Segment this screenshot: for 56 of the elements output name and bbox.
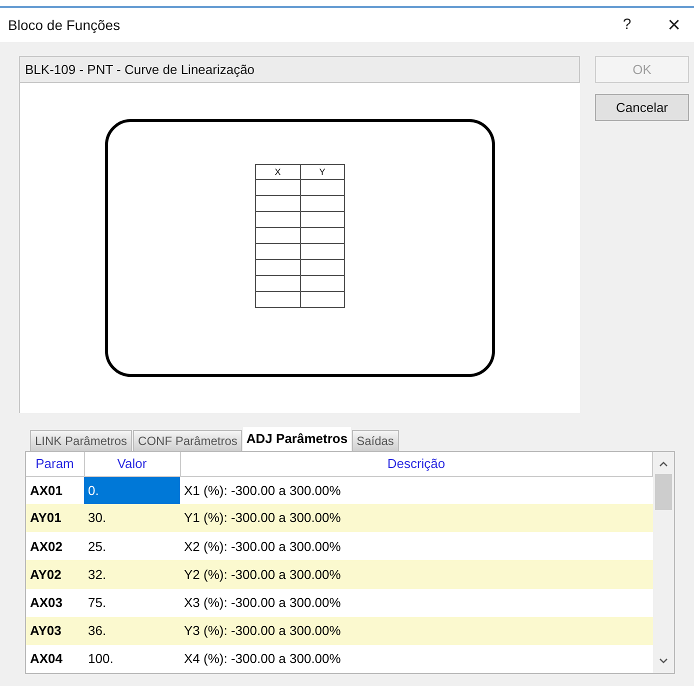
- diagram-cell: [300, 292, 344, 308]
- diagram-cell: [256, 180, 300, 196]
- diagram-column-header: X: [256, 164, 300, 180]
- param-cell: AX03: [26, 588, 84, 617]
- diagram-cell: [256, 212, 300, 228]
- value-cell[interactable]: 75.: [84, 588, 180, 617]
- close-button[interactable]: ×: [654, 14, 694, 36]
- column-header[interactable]: Param: [26, 452, 84, 476]
- param-cell: AY02: [26, 560, 84, 589]
- diagram-cell: [300, 276, 344, 292]
- diagram-column-header: Y: [300, 164, 344, 180]
- value-cell[interactable]: 30.: [84, 504, 180, 532]
- diagram-cell: [300, 260, 344, 276]
- tab[interactable]: Saídas: [352, 430, 399, 451]
- param-cell: AX01: [26, 476, 84, 504]
- description-cell: X1 (%): -300.00 a 300.00%: [180, 476, 652, 504]
- description-cell: Y1 (%): -300.00 a 300.00%: [180, 504, 652, 532]
- diagram-cell: [256, 244, 300, 260]
- block-name-field: BLK-109 - PNT - Curve de Linearização: [19, 56, 580, 83]
- diagram-cell: [256, 276, 300, 292]
- description-cell: X3 (%): -300.00 a 300.00%: [180, 588, 652, 617]
- diagram-cell: [256, 196, 300, 212]
- diagram-cell: [300, 212, 344, 228]
- value-cell[interactable]: 100.: [84, 644, 180, 673]
- diagram-cell: [300, 244, 344, 260]
- value-cell[interactable]: 36.: [84, 616, 180, 645]
- diagram-cell: [256, 260, 300, 276]
- table-row[interactable]: AX01 0. X1 (%): -300.00 a 300.00%: [26, 476, 652, 504]
- diagram-cell: [256, 292, 300, 308]
- value-cell[interactable]: 25.: [84, 532, 180, 560]
- diagram-cell: [256, 228, 300, 244]
- description-cell: X2 (%): -300.00 a 300.00%: [180, 532, 652, 560]
- param-cell: AY03: [26, 616, 84, 645]
- scrollbar-thumb[interactable]: [655, 474, 672, 510]
- scrollbar[interactable]: [653, 452, 674, 673]
- cancel-button[interactable]: Cancelar: [595, 94, 689, 121]
- param-cell: AX02: [26, 532, 84, 560]
- column-header[interactable]: Valor: [84, 452, 180, 476]
- description-cell: X4 (%): -300.00 a 300.00%: [180, 644, 652, 673]
- value-cell[interactable]: 0.: [84, 476, 180, 504]
- value-cell[interactable]: 32.: [84, 560, 180, 589]
- description-cell: Y2 (%): -300.00 a 300.00%: [180, 560, 652, 589]
- scroll-down-icon[interactable]: [659, 658, 668, 664]
- param-cell: AX04: [26, 644, 84, 673]
- param-cell: AY01: [26, 504, 84, 532]
- diagram-cell: [300, 228, 344, 244]
- diagram-cell: [300, 180, 344, 196]
- window-title: Bloco de Funções: [8, 16, 122, 35]
- column-header[interactable]: Descrição: [180, 452, 652, 476]
- description-cell: Y3 (%): -300.00 a 300.00%: [180, 616, 652, 645]
- scroll-up-icon[interactable]: [659, 461, 668, 467]
- tab[interactable]: ADJ Parâmetros: [243, 427, 351, 451]
- tab[interactable]: CONF Parâmetros: [133, 430, 242, 451]
- diagram-cell: [300, 196, 344, 212]
- help-button[interactable]: ?: [612, 14, 642, 36]
- tab[interactable]: LINK Parâmetros: [30, 430, 132, 451]
